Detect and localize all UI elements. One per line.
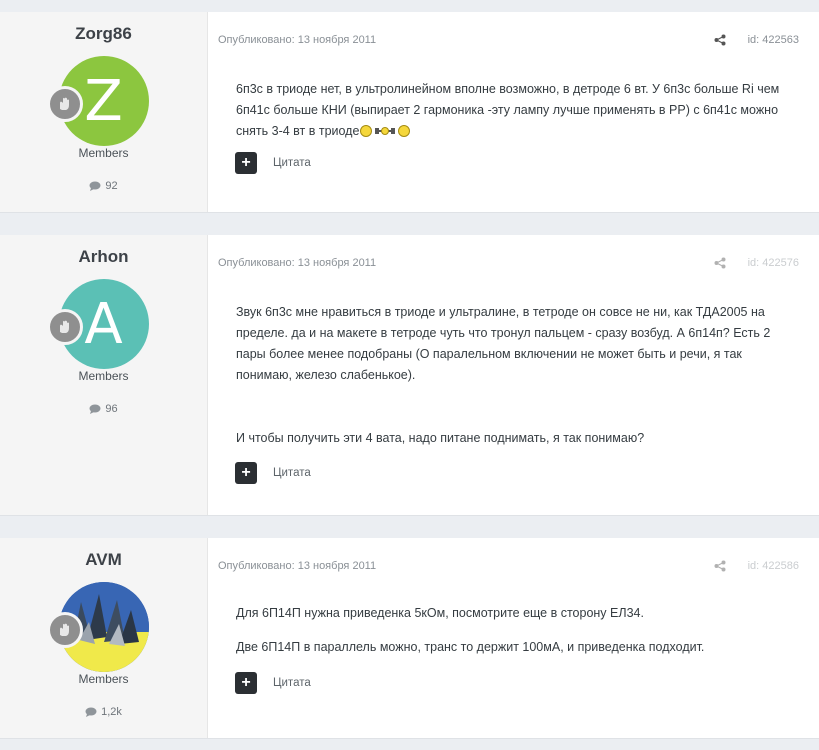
post-feed: Zorg86 Z Members 92 Опубликовано: 13 ноя… — [0, 0, 819, 750]
comment-icon — [89, 404, 101, 414]
rank-badge-icon — [46, 612, 83, 648]
rank-badge-icon — [46, 86, 83, 122]
smiley-icon — [398, 125, 411, 137]
smiley-icon — [360, 125, 373, 137]
dumbbell-smiley-icon — [375, 127, 396, 135]
rank-badge-icon — [46, 309, 83, 345]
post: AVM Members 1,2k Опубликовано: 13 ноября… — [0, 538, 819, 738]
quote-button[interactable]: Цитата — [273, 467, 311, 479]
quote-button[interactable]: Цитата — [273, 157, 311, 169]
post-meta: Опубликовано: 13 ноября 2011 id: 422563 — [218, 34, 799, 46]
avatar-letter: Z — [84, 68, 123, 134]
author-panel: Arhon A Members 96 — [0, 235, 208, 515]
post: Zorg86 Z Members 92 Опубликовано: 13 ноя… — [0, 12, 819, 212]
post-body: 6п3с в триоде нет, в ультролинейном впол… — [236, 79, 799, 142]
avatar-letter: A — [84, 291, 123, 357]
post-count: 1,2k — [0, 706, 207, 718]
post: Arhon A Members 96 Опубликовано: 13 нояб… — [0, 235, 819, 515]
post-date[interactable]: Опубликовано: 13 ноября 2011 — [218, 257, 376, 269]
multiquote-plus-button[interactable]: + — [235, 672, 257, 694]
author-panel: AVM Members 1,2k — [0, 538, 208, 738]
author-name[interactable]: Arhon — [0, 247, 207, 267]
multiquote-plus-button[interactable]: + — [235, 462, 257, 484]
post-date[interactable]: Опубликовано: 13 ноября 2011 — [218, 34, 376, 46]
avatar-container: Z — [46, 56, 149, 146]
post-id[interactable]: id: 422576 — [748, 257, 799, 269]
multiquote-plus-button[interactable]: + — [235, 152, 257, 174]
post-content: Опубликовано: 13 ноября 2011 id: 422563 … — [208, 12, 819, 212]
post-count: 96 — [0, 403, 207, 415]
share-icon[interactable] — [714, 257, 726, 269]
post-meta: Опубликовано: 13 ноября 2011 id: 422576 — [218, 257, 799, 269]
quote-button[interactable]: Цитата — [273, 677, 311, 689]
post-body: Звук 6п3с мне нравиться в триоде и ультр… — [236, 302, 799, 449]
post-meta: Опубликовано: 13 ноября 2011 id: 422586 — [218, 560, 799, 572]
member-group: Members — [78, 369, 129, 383]
post-paragraph: 6п3с в триоде нет, в ультролинейном впол… — [236, 82, 780, 138]
post-paragraph: Звук 6п3с мне нравиться в триоде и ультр… — [236, 305, 771, 382]
quote-controls: + Цитата — [235, 152, 311, 174]
post-id[interactable]: id: 422563 — [748, 34, 799, 46]
post-date[interactable]: Опубликовано: 13 ноября 2011 — [218, 560, 376, 572]
avatar-container: A — [46, 279, 149, 369]
share-icon[interactable] — [714, 34, 726, 46]
post-count-value: 96 — [105, 403, 118, 415]
member-group: Members — [78, 672, 129, 686]
post-count: 92 — [0, 180, 207, 192]
post-content: Опубликовано: 13 ноября 2011 id: 422576 … — [208, 235, 819, 515]
post-paragraph: Две 6П14П в параллель можно, транс то де… — [236, 640, 705, 654]
quote-controls: + Цитата — [235, 672, 311, 694]
post-content: Опубликовано: 13 ноября 2011 id: 422586 … — [208, 538, 819, 738]
post-count-value: 92 — [105, 180, 118, 192]
post-count-value: 1,2k — [101, 706, 122, 718]
author-panel: Zorg86 Z Members 92 — [0, 12, 208, 212]
share-icon[interactable] — [714, 560, 726, 572]
post-paragraph: И чтобы получить эти 4 вата, надо питане… — [236, 431, 645, 445]
author-name[interactable]: Zorg86 — [0, 24, 207, 44]
comment-icon — [89, 181, 101, 191]
avatar-container — [46, 582, 149, 672]
post-paragraph: Для 6П14П нужна приведенка 5кОм, посмотр… — [236, 606, 644, 620]
member-group: Members — [78, 146, 129, 160]
post-id[interactable]: id: 422586 — [748, 560, 799, 572]
comment-icon — [85, 707, 97, 717]
post-body: Для 6П14П нужна приведенка 5кОм, посмотр… — [236, 603, 799, 658]
author-name[interactable]: AVM — [0, 550, 207, 570]
quote-controls: + Цитата — [235, 462, 311, 484]
